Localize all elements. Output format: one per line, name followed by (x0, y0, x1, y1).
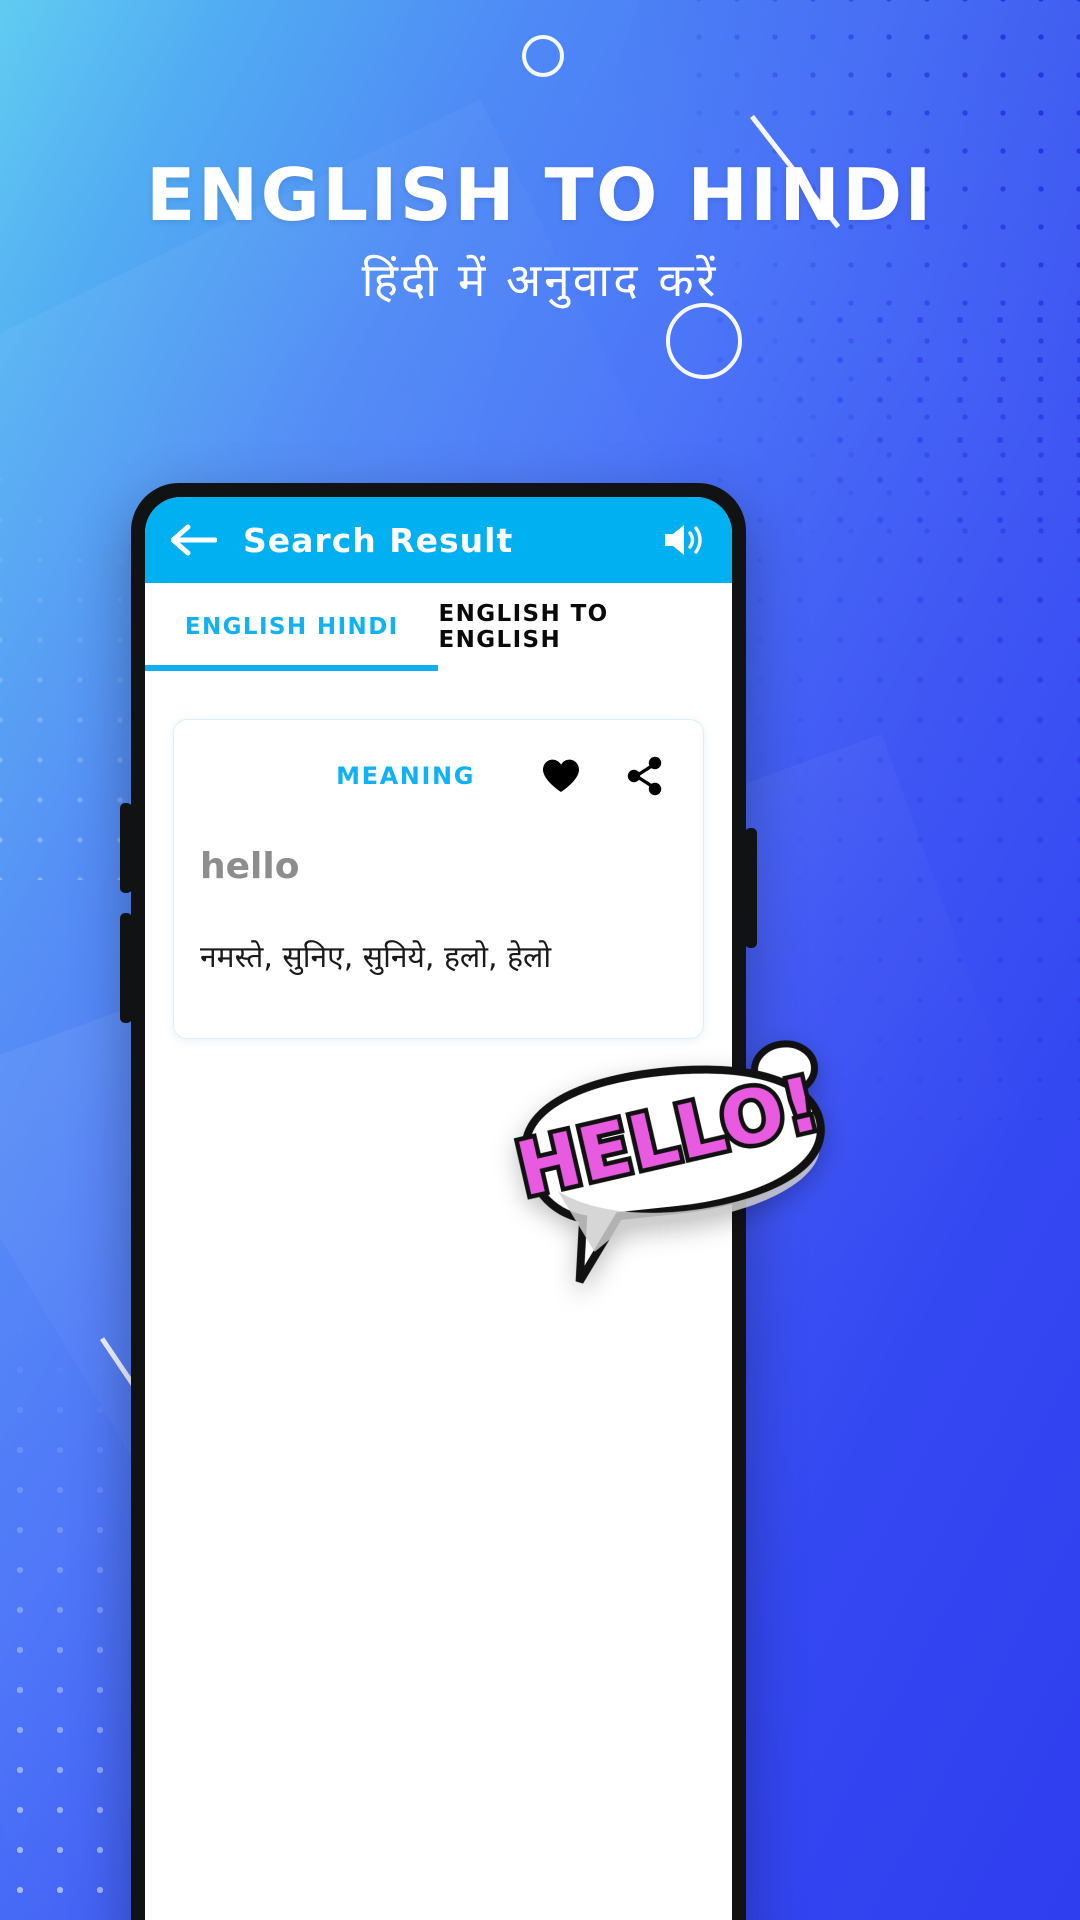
halftone-dots-middle-right (700, 300, 1080, 1120)
translation-text: नमस्ते, सुनिए, सुनिये, हलो, हेलो (200, 940, 552, 975)
tab-english-to-english-label: ENGLISH TO ENGLISH (438, 601, 609, 653)
tab-english-hindi-label: ENGLISH HINDI (184, 614, 399, 640)
search-word: hello (200, 846, 300, 887)
hero-text-block: ENGLISH TO HINDI हिंदी में अनुवाद करें (0, 0, 1080, 310)
page-subtitle: हिंदी में अनुवाद करें (361, 252, 719, 307)
page-title: ENGLISH TO HINDI (146, 153, 934, 237)
tab-english-to-english[interactable]: ENGLISH TO ENGLISH (439, 583, 733, 671)
decorative-circle-large (666, 303, 742, 379)
app-header-title: Search Result (243, 520, 514, 560)
phone-volume-up-button[interactable] (120, 803, 132, 893)
heart-filled-icon[interactable] (541, 758, 581, 794)
tab-bar: ENGLISH HINDI ENGLISH TO ENGLISH (145, 583, 732, 671)
hello-sticker: HELLO! (482, 1027, 867, 1323)
share-nodes-icon[interactable] (625, 756, 665, 796)
speaker-volume-icon[interactable] (662, 520, 706, 560)
result-card: MEANING hello नमस्ते, सुनिए, सुनिये, हलो… (173, 719, 704, 1039)
app-header-bar: Search Result (145, 497, 732, 583)
phone-power-button[interactable] (745, 828, 757, 948)
tab-english-hindi[interactable]: ENGLISH HINDI (145, 583, 439, 671)
back-arrow-icon[interactable] (170, 523, 218, 557)
meaning-label: MEANING (336, 762, 475, 790)
phone-volume-down-button[interactable] (120, 913, 132, 1023)
result-card-header: MEANING (200, 756, 677, 796)
